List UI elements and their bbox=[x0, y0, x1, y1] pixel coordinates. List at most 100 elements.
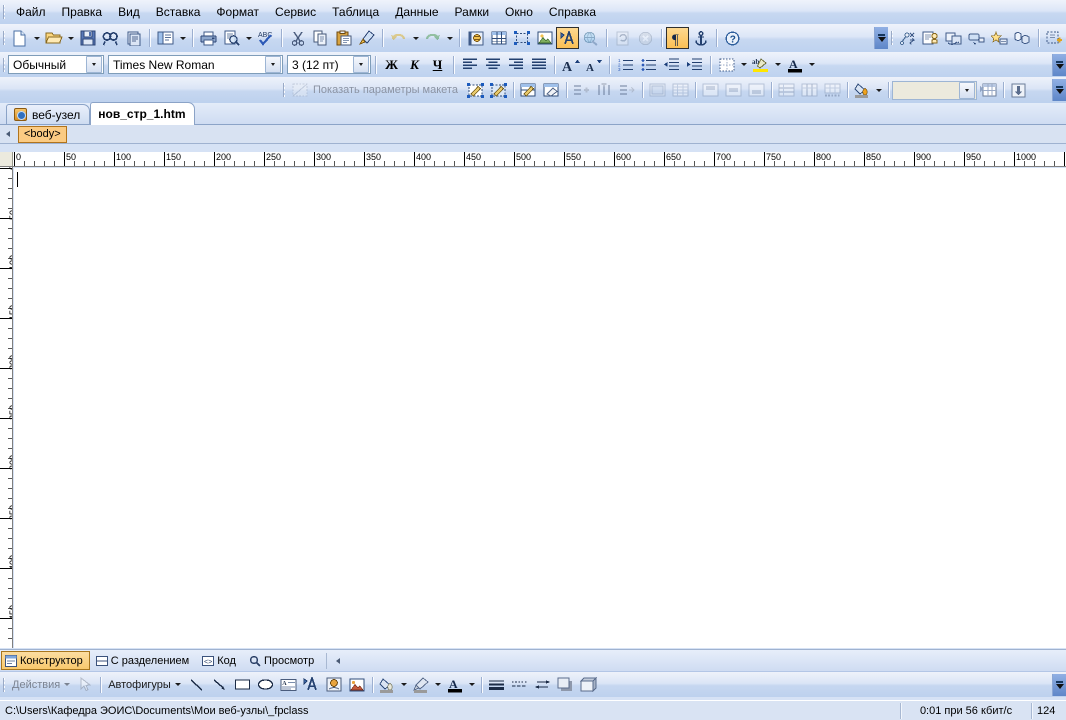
standard-toolbar-grip[interactable] bbox=[0, 24, 8, 52]
underline-button[interactable]: Ч bbox=[426, 54, 449, 76]
print-preview-icon[interactable] bbox=[220, 27, 243, 49]
insert-rows-icon[interactable] bbox=[570, 79, 593, 101]
highlight-icon[interactable]: ab bbox=[749, 54, 772, 76]
font-combo-dropdown-icon[interactable] bbox=[265, 56, 281, 73]
new-page-icon[interactable] bbox=[8, 27, 31, 49]
autoshapes-menu[interactable]: Автофигуры bbox=[104, 675, 185, 695]
view-tab-code[interactable]: <> Код bbox=[198, 651, 243, 670]
standard-toolbar-overflow[interactable] bbox=[874, 27, 888, 49]
doc-tab-page[interactable]: нов_стр_1.htm bbox=[90, 102, 196, 125]
style-combo-dropdown-icon[interactable] bbox=[86, 56, 102, 73]
menu-bar-grip[interactable] bbox=[0, 0, 8, 24]
new-page-dropdown-icon[interactable] bbox=[31, 27, 42, 49]
new-from-site-icon[interactable] bbox=[1043, 27, 1066, 49]
drawing-icon[interactable] bbox=[556, 27, 579, 49]
menu-tools[interactable]: Сервис bbox=[267, 2, 324, 23]
draw-layout-table-icon[interactable] bbox=[464, 79, 487, 101]
open-icon[interactable] bbox=[42, 27, 65, 49]
print-icon[interactable] bbox=[197, 27, 220, 49]
text-box-icon[interactable]: A bbox=[277, 674, 300, 696]
web-component-icon[interactable] bbox=[464, 27, 487, 49]
select-objects-icon[interactable] bbox=[74, 674, 97, 696]
menu-format[interactable]: Формат bbox=[208, 2, 267, 23]
anchor-icon[interactable] bbox=[689, 27, 712, 49]
table-autoformat-combo[interactable] bbox=[891, 80, 977, 100]
redo-dropdown-icon[interactable] bbox=[444, 27, 455, 49]
accessibility-icon[interactable] bbox=[919, 27, 942, 49]
paste-icon[interactable] bbox=[332, 27, 355, 49]
format-painter-icon[interactable] bbox=[355, 27, 378, 49]
rectangle-icon[interactable] bbox=[231, 674, 254, 696]
3d-style-icon[interactable] bbox=[577, 674, 600, 696]
spelling-icon[interactable]: ABC bbox=[254, 27, 277, 49]
split-cells-icon[interactable] bbox=[669, 79, 692, 101]
shape-fill-color-icon[interactable] bbox=[376, 674, 399, 696]
increase-indent-icon[interactable] bbox=[683, 54, 706, 76]
undo-dropdown-icon[interactable] bbox=[410, 27, 421, 49]
view-tab-split[interactable]: С разделением bbox=[92, 651, 197, 670]
table-autoformat-dropdown-icon[interactable] bbox=[958, 81, 975, 99]
search-icon[interactable] bbox=[99, 27, 122, 49]
menu-insert[interactable]: Вставка bbox=[148, 2, 209, 23]
align-top-icon[interactable] bbox=[699, 79, 722, 101]
align-middle-icon[interactable] bbox=[722, 79, 745, 101]
formatting-toolbar-grip[interactable] bbox=[0, 52, 8, 77]
shape-font-color-dropdown-icon[interactable] bbox=[467, 674, 478, 696]
menu-data[interactable]: Данные bbox=[387, 2, 446, 23]
decrease-indent-icon[interactable] bbox=[660, 54, 683, 76]
justify-icon[interactable] bbox=[527, 54, 550, 76]
drawing-toolbar-grip[interactable] bbox=[0, 672, 8, 697]
fill-color-icon[interactable] bbox=[851, 79, 874, 101]
borders-dropdown-icon[interactable] bbox=[738, 54, 749, 76]
style-combo[interactable]: Обычный bbox=[8, 55, 104, 74]
bold-button[interactable]: Ж bbox=[380, 54, 403, 76]
insert-columns-icon[interactable] bbox=[593, 79, 616, 101]
vertical-ruler[interactable]: 0 50 100 150 200 250 300 350 400 450 bbox=[0, 167, 13, 648]
tables-toolbar-grip[interactable] bbox=[280, 77, 288, 103]
bullets-icon[interactable] bbox=[637, 54, 660, 76]
page-design-canvas[interactable] bbox=[14, 168, 1066, 648]
fill-color-dropdown-icon[interactable] bbox=[874, 79, 885, 101]
align-left-icon[interactable] bbox=[458, 54, 481, 76]
menu-help[interactable]: Справка bbox=[541, 2, 604, 23]
font-color-dropdown-icon[interactable] bbox=[806, 54, 817, 76]
line-color-dropdown-icon[interactable] bbox=[433, 674, 444, 696]
cut-icon[interactable] bbox=[286, 27, 309, 49]
show-layout-options-label[interactable]: Показать параметры макета bbox=[311, 84, 464, 96]
browser-compat-icon[interactable] bbox=[942, 27, 965, 49]
redo-icon[interactable] bbox=[421, 27, 444, 49]
font-combo[interactable]: Times New Roman bbox=[108, 55, 283, 74]
fill-down-icon[interactable] bbox=[1007, 79, 1030, 101]
line-color-icon[interactable] bbox=[410, 674, 433, 696]
delete-cells-icon[interactable] bbox=[616, 79, 639, 101]
highlight-dropdown-icon[interactable] bbox=[772, 54, 783, 76]
insert-picture-drawing-icon[interactable] bbox=[346, 674, 369, 696]
help-icon[interactable]: ? bbox=[721, 27, 744, 49]
view-tab-preview[interactable]: Просмотр bbox=[245, 651, 321, 670]
show-marks-icon[interactable]: ¶ bbox=[666, 27, 689, 49]
show-layout-tool-icon[interactable] bbox=[288, 79, 311, 101]
shape-fill-dropdown-icon[interactable] bbox=[399, 674, 410, 696]
draw-actions-menu[interactable]: Действия bbox=[8, 675, 74, 695]
diagram-icon[interactable] bbox=[323, 674, 346, 696]
merge-cells-icon[interactable] bbox=[646, 79, 669, 101]
hyperlink-icon[interactable] bbox=[579, 27, 602, 49]
menu-window[interactable]: Окно bbox=[497, 2, 541, 23]
align-bottom-icon[interactable] bbox=[745, 79, 768, 101]
borders-icon[interactable] bbox=[715, 54, 738, 76]
print-preview-dropdown-icon[interactable] bbox=[243, 27, 254, 49]
italic-button[interactable]: К bbox=[403, 54, 426, 76]
menu-edit[interactable]: Правка bbox=[54, 2, 111, 23]
publish-site-icon[interactable] bbox=[122, 27, 145, 49]
interactive-button-icon[interactable] bbox=[965, 27, 988, 49]
toggle-pane-icon[interactable] bbox=[154, 27, 177, 49]
shadow-style-icon[interactable] bbox=[554, 674, 577, 696]
numbering-icon[interactable]: 123 bbox=[614, 54, 637, 76]
menu-file[interactable]: Файл bbox=[8, 2, 54, 23]
draw-table-icon[interactable] bbox=[517, 79, 540, 101]
distribute-columns-icon[interactable] bbox=[798, 79, 821, 101]
open-dropdown-icon[interactable] bbox=[65, 27, 76, 49]
undo-icon[interactable] bbox=[387, 27, 410, 49]
quick-tag-body[interactable]: <body> bbox=[18, 125, 67, 143]
doc-tab-web-site[interactable]: веб-узел bbox=[6, 104, 91, 124]
